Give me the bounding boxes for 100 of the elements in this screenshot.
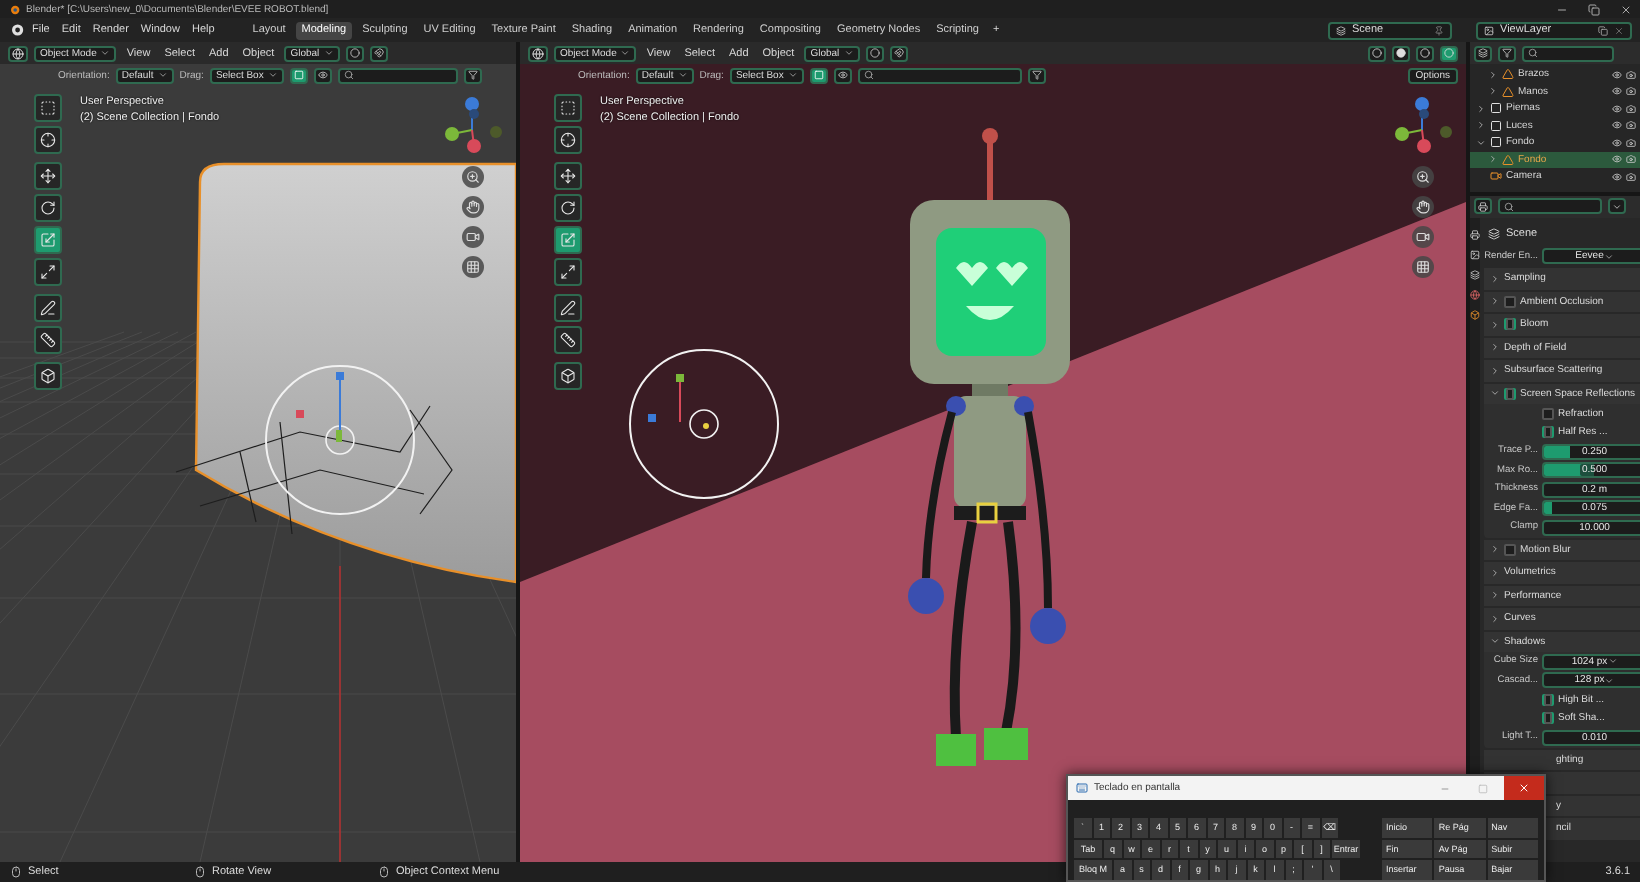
world-tab-icon[interactable] [1470,289,1480,299]
checkbox[interactable] [1542,712,1554,725]
eye-icon[interactable] [1612,103,1622,114]
camera-icon[interactable] [1626,171,1636,182]
crosshair-icon [560,132,576,148]
camera-icon[interactable] [1626,103,1636,114]
checkbox[interactable] [1542,407,1554,420]
axis-gizmo-drawing[interactable] [440,94,504,158]
tool-button[interactable] [34,294,62,322]
chevron-down-icon[interactable] [1476,137,1486,148]
eye-icon[interactable] [1612,69,1622,80]
pen-icon [560,300,576,316]
camera-icon[interactable] [1626,120,1636,131]
hand-icon [1415,200,1429,214]
scene-icon [1336,25,1346,35]
camera-icon[interactable] [1626,154,1636,165]
eye-icon[interactable] [1612,154,1622,165]
chevron-down-icon [267,70,278,80]
chevron-right-icon [1490,319,1500,330]
camera-icon [1490,170,1502,183]
camera-icon [1415,230,1429,244]
shading-button[interactable] [1440,45,1458,61]
checkbox[interactable] [1542,426,1554,439]
editor-type-button[interactable] [1474,198,1492,214]
eye-icon[interactable] [1612,171,1622,182]
tool-button[interactable] [554,362,582,390]
square-icon [293,70,304,80]
tool-button[interactable] [554,126,582,154]
tool-button[interactable] [554,194,582,222]
editor-type-button[interactable] [1474,45,1492,61]
chevron-down-icon [323,48,334,58]
checkbox[interactable] [1542,693,1554,706]
tool-button[interactable] [554,294,582,322]
pivot-button[interactable] [345,45,364,61]
pen-icon [40,300,56,316]
minimize-icon[interactable] [1556,3,1568,15]
snap-button[interactable] [889,45,908,61]
pivot-button[interactable] [865,45,884,61]
image-stack-icon [1484,25,1494,35]
tool-button[interactable] [34,326,62,354]
camera-icon[interactable] [1626,137,1636,148]
tool-button[interactable] [34,162,62,190]
tool-button[interactable] [554,162,582,190]
square-icon [813,70,824,80]
shading-button[interactable] [1392,45,1410,61]
cube-icon [40,368,56,384]
hand-icon [465,200,479,214]
tool-button[interactable] [34,258,62,286]
chevron-right-icon [1490,365,1500,376]
chevron-right-icon[interactable] [1488,69,1498,80]
eye-icon[interactable] [1612,120,1622,131]
grid-icon [1415,260,1429,274]
eye-icon [317,70,328,80]
sphere-icon [1444,48,1454,58]
maximize-icon [1477,783,1487,793]
chevron-right-icon[interactable] [1476,103,1486,114]
search-field[interactable] [1522,45,1614,61]
editor-type-button[interactable] [8,45,28,61]
chevron-right-icon[interactable] [1488,154,1498,165]
tool-button[interactable] [34,126,62,154]
tool-button[interactable] [34,362,62,390]
eye-icon[interactable] [1612,86,1622,97]
chevron-right-icon[interactable] [1476,120,1486,131]
snap-button[interactable] [369,45,388,61]
rotate-icon [40,200,56,216]
chevron-right-icon [1490,273,1500,284]
search-field[interactable] [1498,198,1602,214]
view-layer-tab-icon[interactable] [1470,269,1480,279]
tool-button[interactable] [34,194,62,222]
restore-icon[interactable] [1588,3,1600,15]
globe-icon [12,47,24,59]
checkbox[interactable] [1504,387,1516,400]
camera-icon[interactable] [1626,86,1636,97]
chevron-down-icon [1603,251,1614,262]
search-icon [343,70,354,80]
chevron-right-icon [1490,613,1500,624]
ruler-icon [40,332,56,348]
render-tab-icon[interactable] [1470,229,1480,239]
tool-button[interactable] [554,326,582,354]
tool-button[interactable] [554,258,582,286]
dropdown-button[interactable] [1608,198,1626,214]
editor-type-button[interactable] [528,45,548,61]
axis-gizmo-drawing[interactable] [1390,94,1454,158]
search-icon [863,70,874,80]
chevron-down-icon [843,48,854,58]
eye-icon[interactable] [1612,137,1622,148]
output-tab-icon[interactable] [1470,249,1480,259]
camera-icon[interactable] [1626,69,1636,80]
display-mode-button[interactable] [1498,45,1516,61]
checkbox[interactable] [1504,543,1516,556]
checkbox[interactable] [1504,295,1516,308]
scale-icon [560,232,576,248]
sphere-icon [1372,48,1382,58]
check-icon [1544,426,1552,439]
camera-icon [465,230,479,244]
tool-button[interactable] [554,226,582,254]
close-icon[interactable] [1620,3,1632,15]
checkbox[interactable] [1504,318,1516,331]
chevron-right-icon[interactable] [1488,86,1498,97]
object-tab-icon[interactable] [1470,309,1480,319]
